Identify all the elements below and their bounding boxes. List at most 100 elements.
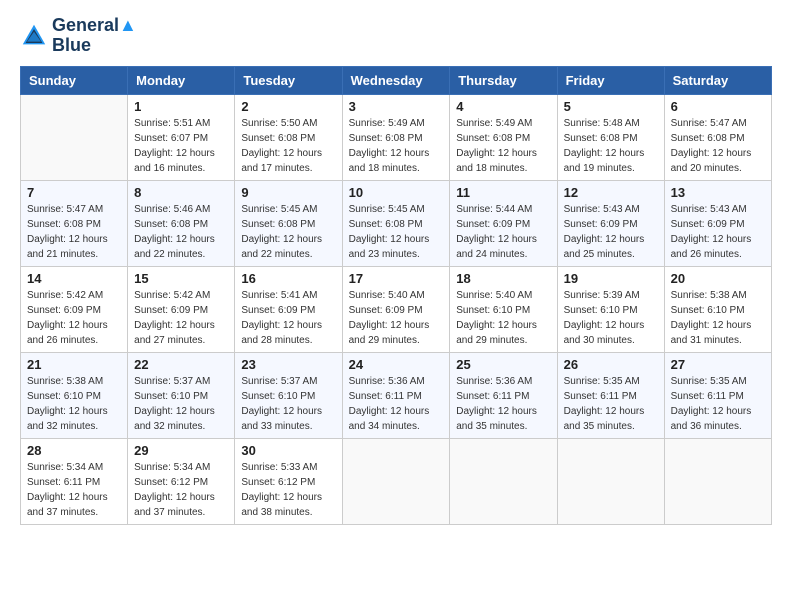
- day-info: Sunrise: 5:49 AMSunset: 6:08 PMDaylight:…: [456, 116, 550, 176]
- calendar-cell: 20 Sunrise: 5:38 AMSunset: 6:10 PMDayligh…: [664, 266, 771, 352]
- calendar-cell: 16 Sunrise: 5:41 AMSunset: 6:09 PMDayligh…: [235, 266, 342, 352]
- day-number: 23: [241, 357, 335, 372]
- col-header-tuesday: Tuesday: [235, 66, 342, 94]
- col-header-friday: Friday: [557, 66, 664, 94]
- calendar-cell: 24 Sunrise: 5:36 AMSunset: 6:11 PMDayligh…: [342, 352, 450, 438]
- calendar-cell: 18 Sunrise: 5:40 AMSunset: 6:10 PMDayligh…: [450, 266, 557, 352]
- day-number: 25: [456, 357, 550, 372]
- calendar-cell: [342, 438, 450, 524]
- day-info: Sunrise: 5:44 AMSunset: 6:09 PMDaylight:…: [456, 202, 550, 262]
- calendar-cell: [557, 438, 664, 524]
- day-info: Sunrise: 5:36 AMSunset: 6:11 PMDaylight:…: [456, 374, 550, 434]
- day-number: 20: [671, 271, 765, 286]
- day-number: 6: [671, 99, 765, 114]
- day-info: Sunrise: 5:34 AMSunset: 6:11 PMDaylight:…: [27, 460, 121, 520]
- calendar-week-row: 28 Sunrise: 5:34 AMSunset: 6:11 PMDayligh…: [21, 438, 772, 524]
- day-info: Sunrise: 5:43 AMSunset: 6:09 PMDaylight:…: [564, 202, 658, 262]
- calendar-cell: 10Sunrise: 5:45 AMSunset: 6:08 PMDayligh…: [342, 180, 450, 266]
- day-info: Sunrise: 5:42 AMSunset: 6:09 PMDaylight:…: [134, 288, 228, 348]
- calendar-cell: 2 Sunrise: 5:50 AMSunset: 6:08 PMDaylight…: [235, 94, 342, 180]
- day-number: 7: [27, 185, 121, 200]
- day-info: Sunrise: 5:41 AMSunset: 6:09 PMDaylight:…: [241, 288, 335, 348]
- calendar-cell: 7 Sunrise: 5:47 AMSunset: 6:08 PMDaylight…: [21, 180, 128, 266]
- calendar-cell: 13 Sunrise: 5:43 AMSunset: 6:09 PMDayligh…: [664, 180, 771, 266]
- col-header-thursday: Thursday: [450, 66, 557, 94]
- day-number: 2: [241, 99, 335, 114]
- day-info: Sunrise: 5:38 AMSunset: 6:10 PMDaylight:…: [671, 288, 765, 348]
- calendar-cell: [21, 94, 128, 180]
- day-info: Sunrise: 5:42 AMSunset: 6:09 PMDaylight:…: [27, 288, 121, 348]
- calendar-cell: 21 Sunrise: 5:38 AMSunset: 6:10 PMDayligh…: [21, 352, 128, 438]
- day-info: Sunrise: 5:50 AMSunset: 6:08 PMDaylight:…: [241, 116, 335, 176]
- day-number: 9: [241, 185, 335, 200]
- calendar-cell: 4 Sunrise: 5:49 AMSunset: 6:08 PMDaylight…: [450, 94, 557, 180]
- calendar-cell: 30 Sunrise: 5:33 AMSunset: 6:12 PMDayligh…: [235, 438, 342, 524]
- day-number: 29: [134, 443, 228, 458]
- day-number: 12: [564, 185, 658, 200]
- day-number: 21: [27, 357, 121, 372]
- calendar-cell: 6 Sunrise: 5:47 AMSunset: 6:08 PMDaylight…: [664, 94, 771, 180]
- calendar-cell: 8Sunrise: 5:46 AMSunset: 6:08 PMDaylight…: [128, 180, 235, 266]
- col-header-saturday: Saturday: [664, 66, 771, 94]
- calendar-cell: 27 Sunrise: 5:35 AMSunset: 6:11 PMDayligh…: [664, 352, 771, 438]
- day-info: Sunrise: 5:35 AMSunset: 6:11 PMDaylight:…: [564, 374, 658, 434]
- day-info: Sunrise: 5:34 AMSunset: 6:12 PMDaylight:…: [134, 460, 228, 520]
- day-info: Sunrise: 5:33 AMSunset: 6:12 PMDaylight:…: [241, 460, 335, 520]
- logo-icon: [20, 22, 48, 50]
- col-header-sunday: Sunday: [21, 66, 128, 94]
- calendar-header-row: SundayMondayTuesdayWednesdayThursdayFrid…: [21, 66, 772, 94]
- calendar-cell: 26Sunrise: 5:35 AMSunset: 6:11 PMDayligh…: [557, 352, 664, 438]
- header: General▲ Blue: [20, 16, 772, 56]
- day-info: Sunrise: 5:37 AMSunset: 6:10 PMDaylight:…: [134, 374, 228, 434]
- calendar-cell: 11 Sunrise: 5:44 AMSunset: 6:09 PMDayligh…: [450, 180, 557, 266]
- day-number: 14: [27, 271, 121, 286]
- day-info: Sunrise: 5:39 AMSunset: 6:10 PMDaylight:…: [564, 288, 658, 348]
- calendar-cell: 17 Sunrise: 5:40 AMSunset: 6:09 PMDayligh…: [342, 266, 450, 352]
- day-number: 16: [241, 271, 335, 286]
- day-number: 24: [349, 357, 444, 372]
- day-number: 11: [456, 185, 550, 200]
- calendar-week-row: 14 Sunrise: 5:42 AMSunset: 6:09 PMDayligh…: [21, 266, 772, 352]
- calendar-cell: 25 Sunrise: 5:36 AMSunset: 6:11 PMDayligh…: [450, 352, 557, 438]
- day-info: Sunrise: 5:46 AMSunset: 6:08 PMDaylight:…: [134, 202, 228, 262]
- day-number: 19: [564, 271, 658, 286]
- day-number: 22: [134, 357, 228, 372]
- calendar-cell: [664, 438, 771, 524]
- calendar-cell: 12 Sunrise: 5:43 AMSunset: 6:09 PMDayligh…: [557, 180, 664, 266]
- day-number: 28: [27, 443, 121, 458]
- day-info: Sunrise: 5:49 AMSunset: 6:08 PMDaylight:…: [349, 116, 444, 176]
- day-info: Sunrise: 5:35 AMSunset: 6:11 PMDaylight:…: [671, 374, 765, 434]
- day-info: Sunrise: 5:47 AMSunset: 6:08 PMDaylight:…: [27, 202, 121, 262]
- day-info: Sunrise: 5:43 AMSunset: 6:09 PMDaylight:…: [671, 202, 765, 262]
- calendar-cell: 3Sunrise: 5:49 AMSunset: 6:08 PMDaylight…: [342, 94, 450, 180]
- calendar-cell: 14 Sunrise: 5:42 AMSunset: 6:09 PMDayligh…: [21, 266, 128, 352]
- day-info: Sunrise: 5:38 AMSunset: 6:10 PMDaylight:…: [27, 374, 121, 434]
- calendar-cell: 9 Sunrise: 5:45 AMSunset: 6:08 PMDaylight…: [235, 180, 342, 266]
- day-number: 10: [349, 185, 444, 200]
- calendar-week-row: 7 Sunrise: 5:47 AMSunset: 6:08 PMDaylight…: [21, 180, 772, 266]
- day-number: 17: [349, 271, 444, 286]
- calendar-cell: 29 Sunrise: 5:34 AMSunset: 6:12 PMDayligh…: [128, 438, 235, 524]
- day-number: 4: [456, 99, 550, 114]
- day-info: Sunrise: 5:40 AMSunset: 6:10 PMDaylight:…: [456, 288, 550, 348]
- day-info: Sunrise: 5:48 AMSunset: 6:08 PMDaylight:…: [564, 116, 658, 176]
- day-info: Sunrise: 5:47 AMSunset: 6:08 PMDaylight:…: [671, 116, 765, 176]
- calendar-cell: 22 Sunrise: 5:37 AMSunset: 6:10 PMDayligh…: [128, 352, 235, 438]
- calendar-cell: 28 Sunrise: 5:34 AMSunset: 6:11 PMDayligh…: [21, 438, 128, 524]
- calendar-cell: 5Sunrise: 5:48 AMSunset: 6:08 PMDaylight…: [557, 94, 664, 180]
- calendar-cell: 15Sunrise: 5:42 AMSunset: 6:09 PMDayligh…: [128, 266, 235, 352]
- day-info: Sunrise: 5:37 AMSunset: 6:10 PMDaylight:…: [241, 374, 335, 434]
- calendar-cell: 1Sunrise: 5:51 AMSunset: 6:07 PMDaylight…: [128, 94, 235, 180]
- calendar-week-row: 21 Sunrise: 5:38 AMSunset: 6:10 PMDayligh…: [21, 352, 772, 438]
- logo-text: General▲ Blue: [52, 16, 137, 56]
- calendar-week-row: 1Sunrise: 5:51 AMSunset: 6:07 PMDaylight…: [21, 94, 772, 180]
- day-info: Sunrise: 5:40 AMSunset: 6:09 PMDaylight:…: [349, 288, 444, 348]
- day-number: 13: [671, 185, 765, 200]
- day-info: Sunrise: 5:36 AMSunset: 6:11 PMDaylight:…: [349, 374, 444, 434]
- day-number: 27: [671, 357, 765, 372]
- day-info: Sunrise: 5:45 AMSunset: 6:08 PMDaylight:…: [241, 202, 335, 262]
- day-number: 30: [241, 443, 335, 458]
- day-number: 18: [456, 271, 550, 286]
- col-header-monday: Monday: [128, 66, 235, 94]
- calendar-table: SundayMondayTuesdayWednesdayThursdayFrid…: [20, 66, 772, 525]
